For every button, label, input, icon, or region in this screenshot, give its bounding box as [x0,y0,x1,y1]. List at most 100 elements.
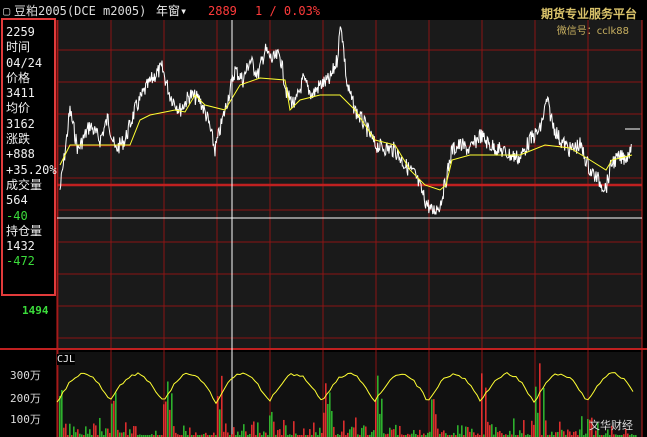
volume-bar [227,432,229,437]
info-price-top: 2259 [6,25,35,39]
volume-bar [115,392,117,437]
volume-bar [279,429,281,437]
volume-panel-label: CJL [57,354,76,365]
volume-bar [61,390,63,437]
volume-bar [223,431,225,437]
volume-bar [375,398,377,437]
volume-bar [329,392,331,437]
volume-bar [315,432,317,437]
volume-bar [273,421,275,437]
volume-bar [379,413,381,437]
volume-bar [561,429,563,437]
volume-bar [501,433,503,437]
volume-bar [333,426,335,437]
volume-bar [499,430,501,437]
volume-bar [373,430,375,437]
volume-bar [77,429,79,437]
volume-bar [343,420,345,437]
volume-bar [63,427,65,437]
volume-bar [471,428,473,437]
volume-bar [117,429,119,437]
volume-bar [319,427,321,437]
volume-bar [627,433,629,437]
info-oi-change: -472 [6,254,35,269]
volume-bar [435,414,437,437]
volume-bar [461,425,463,437]
volume-bar [437,428,439,437]
info-change-label: 涨跌 [6,132,31,147]
volume-bar [523,420,525,437]
volume-bar [119,432,121,437]
volume-tick-200: 200万 [10,392,41,405]
volume-bar [495,427,497,437]
volume-bar [513,418,515,437]
volume-bar [389,427,391,437]
volume-bar [89,429,91,437]
volume-bar [225,423,227,437]
volume-bar [555,432,557,437]
crosshair-info-panel: 2259 时间 04/24 价格 3411 均价 3162 涨跌 +888 +3… [1,18,57,296]
volume-bar [169,409,171,437]
volume-bar [113,400,115,437]
volume-bar [531,420,533,437]
volume-bar [171,393,173,437]
volume-bar [265,432,267,437]
volume-bar [245,431,247,437]
info-time-label: 时间 [6,40,31,55]
volume-bar [575,431,577,437]
volume-bar [155,430,157,437]
volume-bar [341,431,343,437]
volume-bar [349,429,351,437]
volume-bar [533,424,535,437]
volume-bar [477,433,479,437]
volume-bar [395,424,397,437]
volume-bar [295,433,297,437]
info-oi: 1432 [6,239,35,254]
info-change-pct: +35.20% [6,162,57,177]
last-price: 2889 [208,4,237,18]
volume-bar [121,432,123,437]
volume-bar [453,432,455,437]
volume-bar [573,431,575,437]
volume-bar [243,424,245,437]
volume-bar [213,432,215,437]
volume-bar [371,431,373,437]
volume-bar [253,421,255,437]
volume-bar [131,433,133,437]
volume-bar [195,432,197,437]
volume-bar [377,375,379,437]
volume-bar [473,432,475,437]
volume-bar [579,429,581,437]
volume-bar [497,432,499,437]
period-dropdown[interactable]: 年窗▾ [156,0,187,22]
volume-bar [535,386,537,437]
info-price: 3411 [6,86,35,101]
volume-bar [173,426,175,437]
price-chart[interactable] [0,0,647,437]
volume-bar [189,427,191,437]
volume-bar [237,431,239,437]
volume-bar [433,399,435,437]
volume-bar [581,416,583,437]
volume-bar [563,431,565,437]
info-avg: 3162 [6,116,35,131]
volume-bar [185,430,187,437]
volume-bar [431,399,433,437]
volume-bar [217,396,219,437]
volume-bar [99,417,101,437]
volume-bar [429,431,431,437]
axis-lower-price: 1494 [22,304,49,317]
info-price-label: 价格 [6,70,31,85]
volume-bar [313,422,315,437]
volume-bar [467,427,469,437]
volume-bar [491,424,493,437]
volume-bar [445,433,447,437]
volume-bar [59,396,61,437]
volume-bar [393,429,395,437]
volume-bar [509,430,511,437]
volume-bar [347,432,349,437]
brand-watermark: 文华财经 [589,419,633,432]
volume-bar [551,431,553,437]
volume-bar [165,401,167,437]
info-avg-label: 均价 [6,101,31,116]
